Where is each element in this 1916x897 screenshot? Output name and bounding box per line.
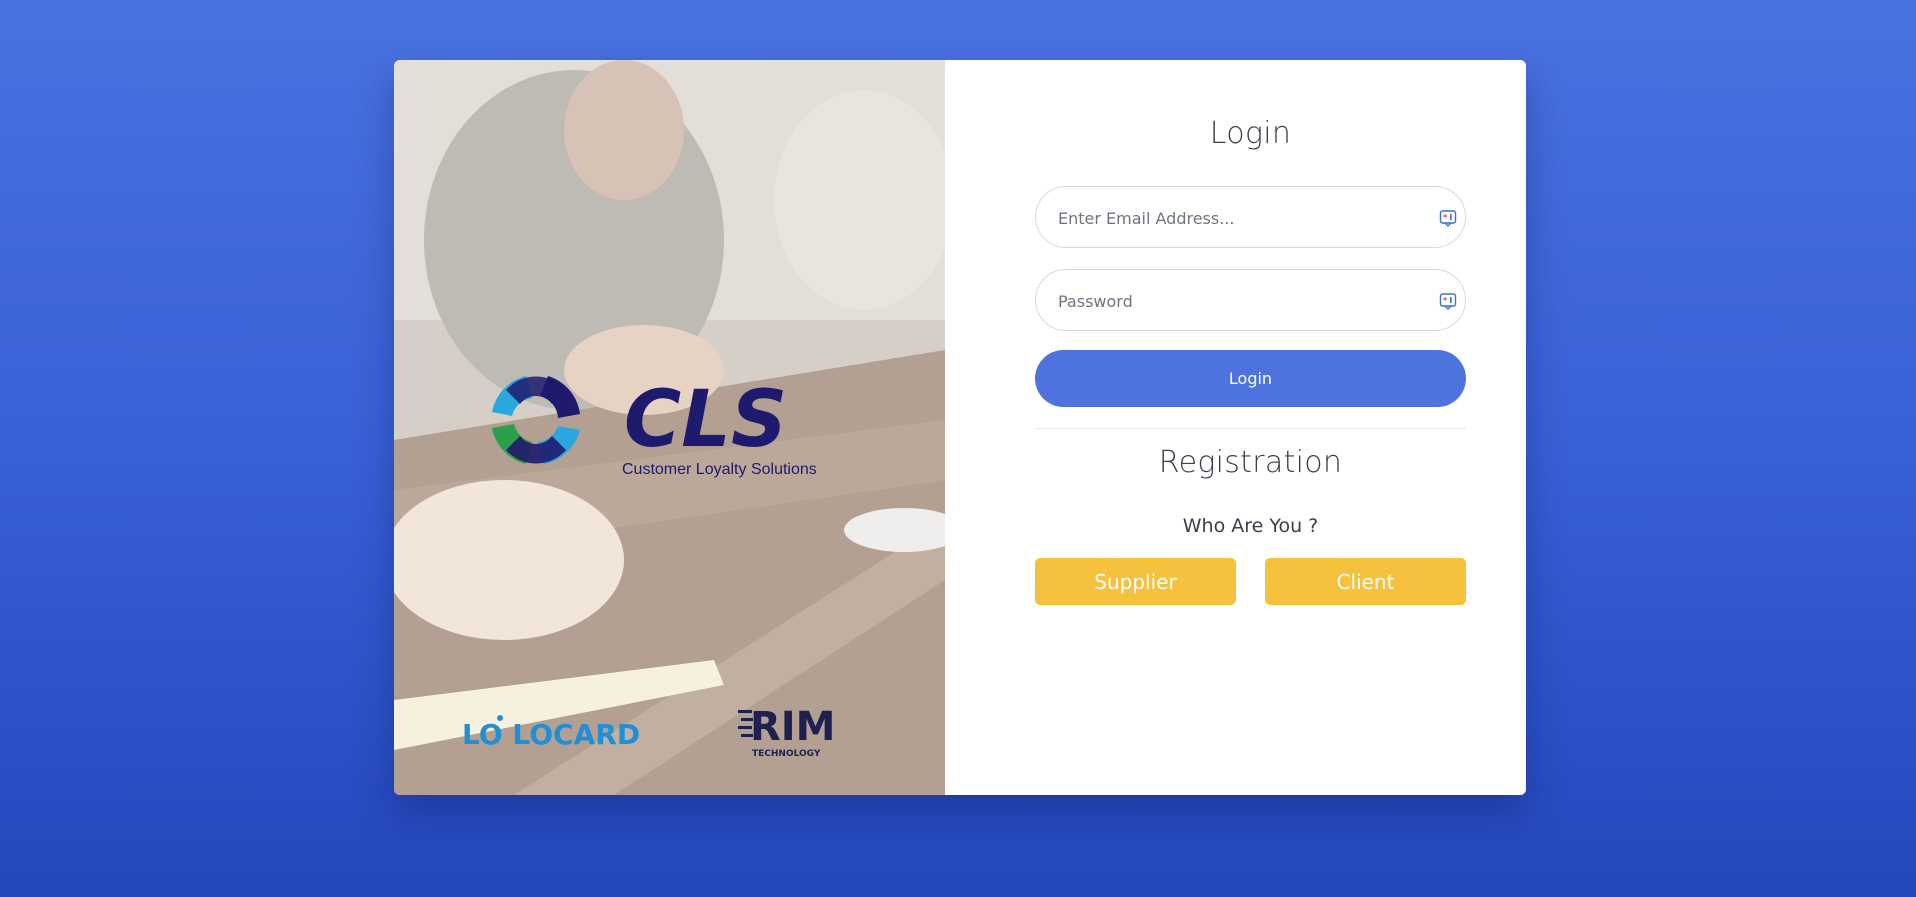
rim-logo-subtext: TECHNOLOGY (752, 749, 821, 759)
cls-logo-tagline: Customer Loyalty Solutions (622, 461, 817, 478)
rim-technology-logo: RIM TECHNOLOGY (738, 704, 836, 759)
rim-logo-wordmark: RIM (750, 704, 836, 750)
password-manager-icon[interactable]: * (1439, 292, 1457, 310)
section-divider (1035, 428, 1466, 429)
cls-logo-wordmark: CLS (624, 375, 787, 465)
login-button[interactable]: Login (1035, 350, 1466, 407)
password-field[interactable]: * (1035, 269, 1466, 332)
password-input[interactable] (1056, 270, 1420, 332)
registration-heading: Registration (1158, 445, 1343, 480)
form-panel: Login * * Login (945, 60, 1526, 795)
brand-image-panel: CLS Customer Loyalty Solutions LO LOCARD… (394, 60, 945, 795)
locard-logo-wordmark: LO LOCARD (462, 718, 640, 751)
login-heading: Login (1209, 116, 1292, 151)
email-field[interactable]: * (1035, 186, 1466, 249)
password-manager-icon[interactable]: * (1439, 209, 1457, 227)
client-button[interactable]: Client (1265, 558, 1466, 605)
cls-logo: CLS Customer Loyalty Solutions (492, 375, 817, 478)
svg-text:*: * (1443, 296, 1448, 305)
registration-prompt: Who Are You ? (1182, 515, 1319, 537)
login-card: CLS Customer Loyalty Solutions LO LOCARD… (394, 60, 1526, 795)
svg-text:*: * (1443, 213, 1448, 222)
locard-logo: LO LOCARD (462, 715, 640, 751)
email-input[interactable] (1056, 187, 1420, 249)
supplier-button[interactable]: Supplier (1035, 558, 1236, 605)
